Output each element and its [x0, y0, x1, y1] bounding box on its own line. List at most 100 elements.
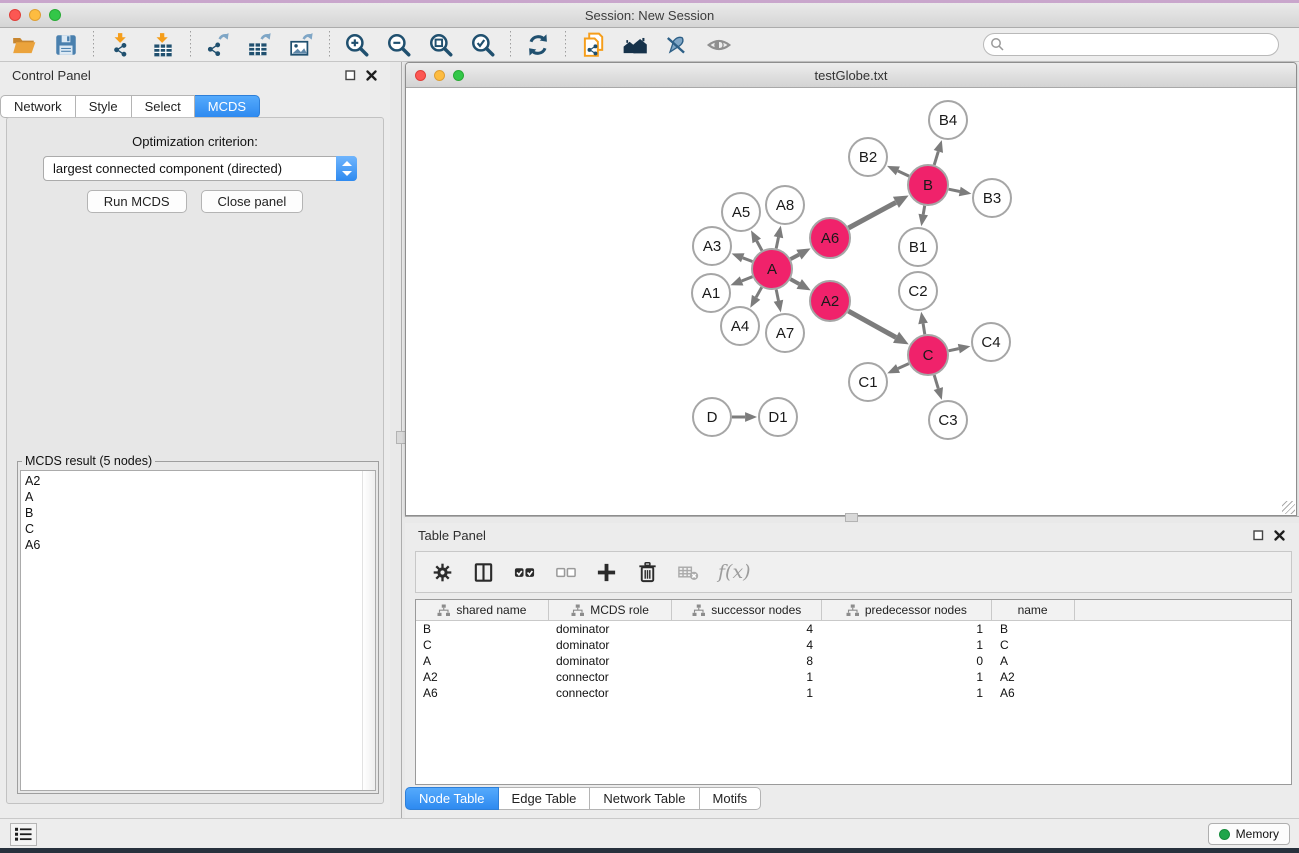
tab-network[interactable]: Network — [0, 95, 76, 118]
tab-select[interactable]: Select — [132, 95, 195, 118]
graph-node-A3[interactable]: A3 — [693, 227, 731, 265]
memory-button[interactable]: Memory — [1208, 823, 1290, 845]
graph-edge-A6-B[interactable] — [849, 202, 896, 228]
graph-node-A7[interactable]: A7 — [766, 314, 804, 352]
graph-edge-A-A6[interactable] — [791, 255, 800, 260]
mcds-result-item[interactable]: B — [25, 505, 375, 521]
graph-edge-B-B3[interactable] — [949, 189, 960, 191]
graph-edge-C-C3[interactable] — [934, 375, 938, 389]
graph-node-C4[interactable]: C4 — [972, 323, 1010, 361]
graph-node-A5[interactable]: A5 — [722, 193, 760, 231]
minimize-window-button[interactable] — [29, 9, 41, 21]
mcds-result-item[interactable]: A — [25, 489, 375, 505]
graph-edge-A-A7[interactable] — [776, 290, 778, 301]
tab-node-table[interactable]: Node Table — [405, 787, 499, 810]
graph-node-A4[interactable]: A4 — [721, 307, 759, 345]
split-column-icon[interactable] — [471, 560, 495, 584]
eye-icon[interactable] — [705, 31, 733, 59]
column-header-MCDS-role[interactable]: MCDS role — [549, 600, 673, 620]
delete-column-icon[interactable] — [635, 560, 659, 584]
table-row[interactable]: Adominator80A — [416, 653, 1291, 669]
graph-edge-C-C2[interactable] — [923, 324, 925, 335]
horizontal-splitter[interactable] — [405, 516, 1299, 523]
add-column-icon[interactable] — [594, 560, 618, 584]
graph-node-B3[interactable]: B3 — [973, 179, 1011, 217]
graph-edge-A-A1[interactable] — [742, 277, 753, 281]
graph-edge-C-C1[interactable] — [898, 364, 909, 369]
mcds-result-item[interactable]: C — [25, 521, 375, 537]
home-icon[interactable] — [621, 31, 649, 59]
scrollbar-track[interactable] — [362, 471, 375, 790]
table-row[interactable]: Cdominator41C — [416, 637, 1291, 653]
close-panel-icon[interactable] — [366, 69, 378, 81]
graph-node-A6[interactable]: A6 — [810, 218, 850, 258]
export-network-icon[interactable] — [204, 31, 232, 59]
zoom-in-icon[interactable] — [343, 31, 371, 59]
mcds-result-list[interactable]: A2ABCA6 — [20, 470, 376, 791]
graph-edge-A-A2[interactable] — [790, 279, 799, 284]
graph-node-B[interactable]: B — [908, 165, 948, 205]
mcds-result-item[interactable]: A6 — [25, 537, 375, 553]
hide-details-icon[interactable] — [663, 31, 691, 59]
graph-node-D[interactable]: D — [693, 398, 731, 436]
graph-edge-B-B1[interactable] — [923, 206, 925, 215]
open-session-icon[interactable] — [10, 31, 38, 59]
graph-node-A1[interactable]: A1 — [692, 274, 730, 312]
graph-edge-A-A5[interactable] — [757, 241, 762, 251]
column-header-successor-nodes[interactable]: successor nodes — [672, 600, 822, 620]
table-row[interactable]: A6connector11A6 — [416, 685, 1291, 701]
tab-network-table[interactable]: Network Table — [590, 787, 699, 810]
close-window-button[interactable] — [9, 9, 21, 21]
column-header-predecessor-nodes[interactable]: predecessor nodes — [822, 600, 992, 620]
zoom-fit-icon[interactable] — [427, 31, 455, 59]
graph-edge-C-C4[interactable] — [949, 349, 959, 351]
task-history-button[interactable] — [10, 823, 37, 846]
graph-node-B2[interactable]: B2 — [849, 138, 887, 176]
import-network-icon[interactable] — [107, 31, 135, 59]
column-header-shared-name[interactable]: shared name — [416, 600, 549, 620]
table-row[interactable]: Bdominator41B — [416, 621, 1291, 637]
maximize-window-button[interactable] — [49, 9, 61, 21]
graph-node-C3[interactable]: C3 — [929, 401, 967, 439]
deselect-all-icon[interactable] — [553, 560, 577, 584]
run-mcds-button[interactable]: Run MCDS — [87, 190, 187, 213]
graph-node-B4[interactable]: B4 — [929, 101, 967, 139]
close-panel-icon[interactable] — [1274, 529, 1286, 541]
network-close-button[interactable] — [415, 70, 426, 81]
column-header-name[interactable]: name — [992, 600, 1075, 620]
float-panel-icon[interactable] — [1253, 529, 1265, 541]
graph-edge-A-A3[interactable] — [743, 258, 753, 262]
tab-edge-table[interactable]: Edge Table — [499, 787, 591, 810]
close-panel-button[interactable]: Close panel — [201, 190, 304, 213]
select-all-icon[interactable] — [512, 560, 536, 584]
tab-mcds[interactable]: MCDS — [195, 95, 260, 118]
zoom-out-icon[interactable] — [385, 31, 413, 59]
float-panel-icon[interactable] — [345, 69, 357, 81]
graph-node-A[interactable]: A — [752, 249, 792, 289]
network-canvas[interactable]: B4B2BB3A8A5A6A3B1AC2A1A2A4A7C4CC1C3DD1 — [406, 88, 1296, 515]
refresh-icon[interactable] — [524, 31, 552, 59]
splitter-handle[interactable] — [845, 513, 858, 522]
tab-motifs[interactable]: Motifs — [700, 787, 762, 810]
graph-edge-B-B2[interactable] — [898, 171, 909, 176]
export-image-icon[interactable] — [288, 31, 316, 59]
graph-node-D1[interactable]: D1 — [759, 398, 797, 436]
search-input[interactable] — [983, 33, 1279, 56]
network-document-icon[interactable] — [579, 31, 607, 59]
graph-edge-B-B4[interactable] — [934, 151, 938, 165]
graph-node-C[interactable]: C — [908, 335, 948, 375]
network-minimize-button[interactable] — [434, 70, 445, 81]
network-maximize-button[interactable] — [453, 70, 464, 81]
graph-node-A8[interactable]: A8 — [766, 186, 804, 224]
save-session-icon[interactable] — [52, 31, 80, 59]
tab-style[interactable]: Style — [76, 95, 132, 118]
zoom-selected-icon[interactable] — [469, 31, 497, 59]
graph-edge-A2-C[interactable] — [848, 311, 896, 337]
network-window-titlebar[interactable]: testGlobe.txt — [406, 63, 1296, 88]
export-table-icon[interactable] — [246, 31, 274, 59]
graph-node-A2[interactable]: A2 — [810, 281, 850, 321]
mcds-result-item[interactable]: A2 — [25, 473, 375, 489]
table-row[interactable]: A2connector11A2 — [416, 669, 1291, 685]
graph-node-C1[interactable]: C1 — [849, 363, 887, 401]
graph-edge-A-A4[interactable] — [756, 287, 762, 297]
